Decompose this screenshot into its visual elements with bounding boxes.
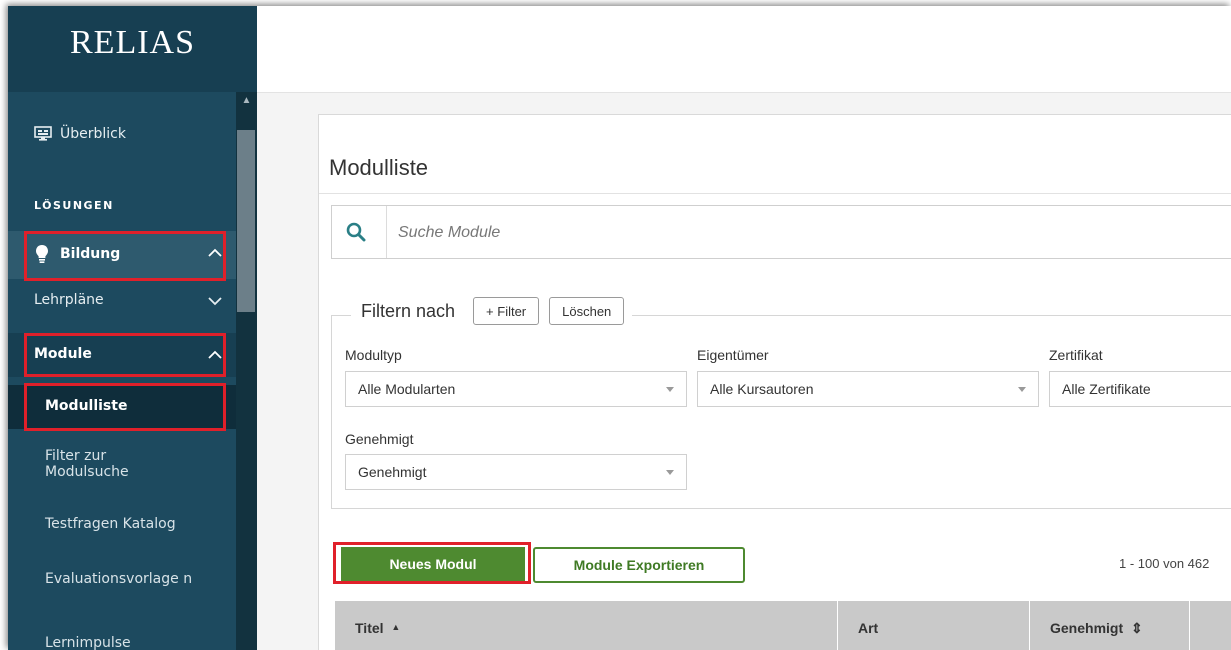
sidebar-item-label: Überblick (60, 126, 126, 142)
select-value: Genehmigt (358, 464, 427, 480)
eigentuemer-label: Eigentümer (697, 347, 769, 363)
dropdown-caret-icon (666, 387, 674, 392)
sidebar-item-testfragen-katalog[interactable]: Testfragen Katalog (8, 504, 236, 544)
sidebar-item-bildung[interactable]: Bildung (8, 231, 236, 279)
sidebar-item-filter-zur-modulsuche[interactable]: Filter zur Modulsuche (8, 438, 236, 494)
clear-filter-button[interactable]: Löschen (549, 297, 625, 325)
scroll-up-icon[interactable]: ▲ (236, 92, 257, 110)
page-title: Modulliste (329, 155, 429, 180)
search-icon[interactable] (346, 222, 366, 242)
filter-legend: Filtern nach + Filter Löschen (351, 293, 633, 329)
sidebar-item-module[interactable]: Module (8, 333, 236, 377)
monitor-icon (34, 126, 52, 141)
column-header-titel[interactable]: Titel ▲ (335, 601, 837, 650)
sidebar-item-label: Modulliste (45, 398, 128, 414)
relias-logo[interactable]: RELIAS (8, 24, 257, 62)
sidebar-item-lehrplaene[interactable]: Lehrpläne (8, 279, 236, 323)
sort-ascending-icon: ▲ (391, 622, 401, 632)
module-list-panel: Modulliste Filtern nach + Filter Löschen… (318, 114, 1231, 650)
genehmigt-select[interactable]: Genehmigt (345, 454, 687, 490)
chevron-up-icon (208, 248, 222, 257)
title-divider (319, 193, 1231, 194)
sidebar-item-label: Module (34, 346, 92, 362)
filter-legend-title: Filtern nach (361, 300, 456, 321)
sidebar: RELIAS ▲ Überblick LÖSUNGEN Bildung Lehr… (8, 6, 257, 650)
sidebar-item-evaluationsvorlagen[interactable]: Evaluationsvorlage n (8, 561, 236, 617)
column-header-extra (1189, 601, 1231, 650)
sidebar-scrollbar-thumb[interactable] (237, 130, 255, 312)
dropdown-caret-icon (1018, 387, 1026, 392)
column-header-label: Genehmigt ⇕ (1050, 620, 1143, 636)
top-header (257, 6, 1231, 93)
sidebar-item-label: Lehrpläne (34, 292, 104, 308)
section-title-loesungen: LÖSUNGEN (34, 199, 114, 212)
chevron-down-icon (208, 297, 222, 306)
sidebar-item-label: Testfragen Katalog (45, 516, 176, 532)
export-modules-button[interactable]: Module Exportieren (533, 547, 745, 583)
column-header-genehmigt[interactable]: Genehmigt ⇕ (1029, 601, 1189, 650)
sidebar-item-label: Lernimpulse (45, 635, 131, 650)
sidebar-item-label: Evaluationsvorlage n (45, 571, 193, 587)
select-value: Alle Zertifikate (1062, 381, 1151, 397)
sidebar-item-modulliste[interactable]: Modulliste (8, 385, 236, 429)
modultyp-select[interactable]: Alle Modularten (345, 371, 687, 407)
search-divider (386, 206, 387, 258)
eigentuemer-select[interactable]: Alle Kursautoren (697, 371, 1039, 407)
zertifikat-select[interactable]: Alle Zertifikate (1049, 371, 1231, 407)
chevron-up-icon (208, 350, 222, 359)
select-value: Alle Kursautoren (710, 381, 814, 397)
paging-info: 1 - 100 von 462 (1119, 556, 1210, 571)
lightbulb-icon (36, 245, 48, 263)
modultyp-label: Modultyp (345, 347, 402, 363)
add-filter-button[interactable]: + Filter (473, 297, 540, 325)
search-input[interactable] (396, 218, 1100, 248)
app-window: RELIAS ▲ Überblick LÖSUNGEN Bildung Lehr… (8, 6, 1231, 650)
search-bar (331, 205, 1231, 259)
sidebar-item-label: Bildung (60, 246, 121, 262)
zertifikat-label: Zertifikat (1049, 347, 1103, 363)
sort-toggle-icon: ⇕ (1131, 620, 1143, 636)
column-header-label: Titel ▲ (355, 620, 401, 636)
sidebar-item-label: Filter zur Modulsuche (45, 448, 129, 480)
select-value: Alle Modularten (358, 381, 456, 397)
dropdown-caret-icon (666, 470, 674, 475)
column-header-art[interactable]: Art (837, 601, 1029, 650)
sidebar-item-lernimpulse[interactable]: Lernimpulse (8, 626, 236, 650)
table-header: Titel ▲ Art Genehmigt ⇕ (335, 601, 1231, 650)
genehmigt-label: Genehmigt (345, 431, 414, 447)
sidebar-item-overview[interactable]: Überblick (8, 114, 236, 154)
logo-area: RELIAS (8, 6, 257, 93)
column-header-label: Art (858, 620, 879, 636)
new-module-button[interactable]: Neues Modul (341, 547, 525, 581)
